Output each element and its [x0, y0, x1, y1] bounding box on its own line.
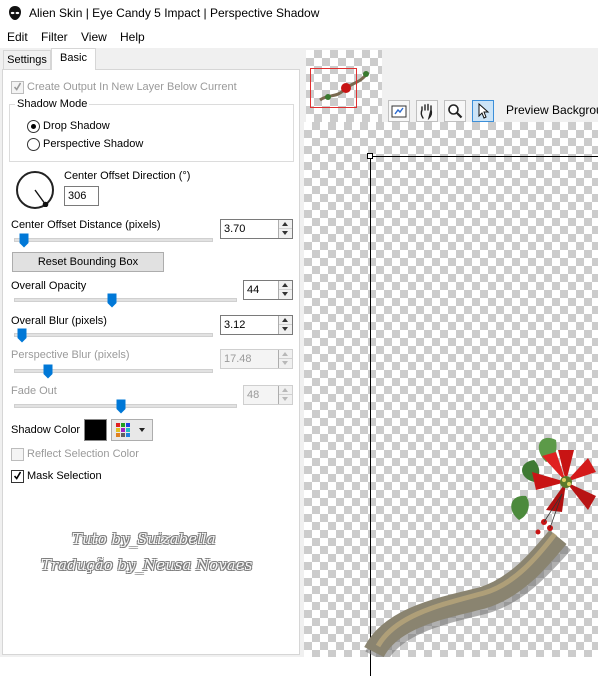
checkmark-icon: [14, 471, 21, 480]
menu-edit[interactable]: Edit: [7, 30, 28, 44]
spin-up-arrow-icon[interactable]: [279, 386, 292, 395]
preview-panel: Preview Backgroun: [302, 48, 598, 676]
spin-up-arrow-icon[interactable]: [279, 281, 292, 290]
perspective-blur-slider-thumb[interactable]: [43, 364, 53, 379]
color-grid-icon: [116, 423, 145, 437]
fade-out-label: Fade Out: [11, 385, 57, 397]
preview-canvas[interactable]: [304, 122, 598, 676]
overall-blur-slider-thumb[interactable]: [17, 328, 27, 343]
spin-up-arrow-icon[interactable]: [279, 350, 292, 359]
reflect-selection-color-checkbox[interactable]: [11, 448, 24, 461]
watermark-line-2: Tradução by_Neusa Novaes: [41, 556, 253, 574]
hand-icon: [420, 103, 433, 121]
reflect-selection-color-label: Reflect Selection Color: [27, 448, 139, 460]
overall-opacity-label: Overall Opacity: [11, 280, 87, 292]
color-palette-button[interactable]: [111, 419, 153, 441]
shadow-mode-group: [9, 104, 294, 162]
alien-skin-logo-icon: [9, 6, 21, 20]
spin-down-arrow-icon[interactable]: [279, 395, 292, 404]
fade-out-input[interactable]: 48: [243, 385, 293, 405]
center-offset-distance-value: 3.70: [224, 223, 246, 235]
hand-tool-button[interactable]: [416, 100, 438, 122]
mask-selection-checkbox[interactable]: [11, 470, 24, 483]
mask-selection-label: Mask Selection: [27, 470, 102, 482]
zoom-icon: [448, 104, 463, 119]
title-bar: Alien Skin | Eye Candy 5 Impact | Perspe…: [0, 0, 598, 27]
tab-basic[interactable]: Basic: [51, 48, 96, 70]
center-offset-distance-input[interactable]: 3.70: [220, 219, 293, 239]
overall-opacity-track[interactable]: [14, 298, 237, 302]
fade-out-value: 48: [247, 389, 260, 401]
watermark-line-1: Tuto by_Suizabella: [72, 530, 216, 548]
create-output-label: Create Output In New Layer Below Current: [27, 81, 237, 93]
dial-needle-icon: [34, 189, 49, 207]
preview-image: [364, 437, 596, 657]
perspective-blur-label: Perspective Blur (pixels): [11, 349, 130, 361]
pointer-icon: [478, 102, 490, 119]
perspective-blur-value: 17.48: [224, 353, 252, 365]
direction-dial[interactable]: [16, 171, 54, 209]
shadow-mode-title: Shadow Mode: [15, 98, 90, 110]
menu-filter[interactable]: Filter: [41, 30, 68, 44]
center-offset-direction-value: 306: [68, 190, 87, 202]
spin-arrows: [278, 316, 292, 334]
preview-toggle-button[interactable]: [388, 100, 410, 122]
spin-up-arrow-icon[interactable]: [279, 316, 292, 325]
pointer-tool-button[interactable]: [472, 100, 494, 122]
window-title: Alien Skin | Eye Candy 5 Impact | Perspe…: [29, 6, 320, 20]
perspective-shadow-label: Perspective Shadow: [43, 138, 144, 150]
preview-background-label[interactable]: Preview Backgroun: [506, 103, 598, 117]
menu-bar: Edit Filter View Help: [0, 27, 598, 47]
navigator-thumbnail[interactable]: [306, 50, 382, 122]
shadow-color-swatch[interactable]: [84, 419, 107, 441]
spin-down-arrow-icon[interactable]: [279, 325, 292, 334]
center-offset-direction-label: Center Offset Direction (°): [64, 170, 191, 182]
tab-settings[interactable]: Settings: [3, 50, 51, 70]
overall-blur-label: Overall Blur (pixels): [11, 315, 107, 327]
spin-arrows: [278, 220, 292, 238]
create-output-checkbox[interactable]: [11, 81, 24, 94]
overall-blur-input[interactable]: 3.12: [220, 315, 293, 335]
overall-opacity-slider-thumb[interactable]: [107, 293, 117, 308]
overall-opacity-value: 44: [247, 284, 260, 296]
preview-toggle-icon: [391, 105, 407, 118]
overall-blur-value: 3.12: [224, 319, 246, 331]
spin-down-arrow-icon[interactable]: [279, 290, 292, 299]
center-offset-direction-input[interactable]: 306: [64, 186, 99, 206]
spin-arrows: [278, 350, 292, 368]
fade-out-slider-thumb[interactable]: [116, 399, 126, 414]
overall-blur-track[interactable]: [14, 333, 213, 337]
spin-arrows: [278, 281, 292, 299]
spin-down-arrow-icon[interactable]: [279, 229, 292, 238]
drop-shadow-label: Drop Shadow: [43, 120, 110, 132]
center-offset-distance-label: Center Offset Distance (pixels): [11, 219, 161, 231]
shadow-color-label: Shadow Color: [11, 424, 81, 436]
overall-opacity-input[interactable]: 44: [243, 280, 293, 300]
drop-shadow-radio[interactable]: [27, 120, 40, 133]
checkmark-icon: [14, 82, 21, 91]
radio-selected-dot: [31, 124, 36, 129]
spin-up-arrow-icon[interactable]: [279, 220, 292, 229]
center-offset-distance-track[interactable]: [14, 238, 213, 242]
zoom-tool-button[interactable]: [444, 100, 466, 122]
menu-view[interactable]: View: [81, 30, 107, 44]
reset-bounding-box-button[interactable]: Reset Bounding Box: [12, 252, 164, 272]
perspective-blur-input[interactable]: 17.48: [220, 349, 293, 369]
spin-down-arrow-icon[interactable]: [279, 359, 292, 368]
spin-arrows: [278, 386, 292, 404]
center-offset-distance-slider-thumb[interactable]: [19, 233, 29, 248]
menu-help[interactable]: Help: [120, 30, 145, 44]
navigator-view-frame[interactable]: [310, 68, 357, 108]
perspective-shadow-radio[interactable]: [27, 138, 40, 151]
